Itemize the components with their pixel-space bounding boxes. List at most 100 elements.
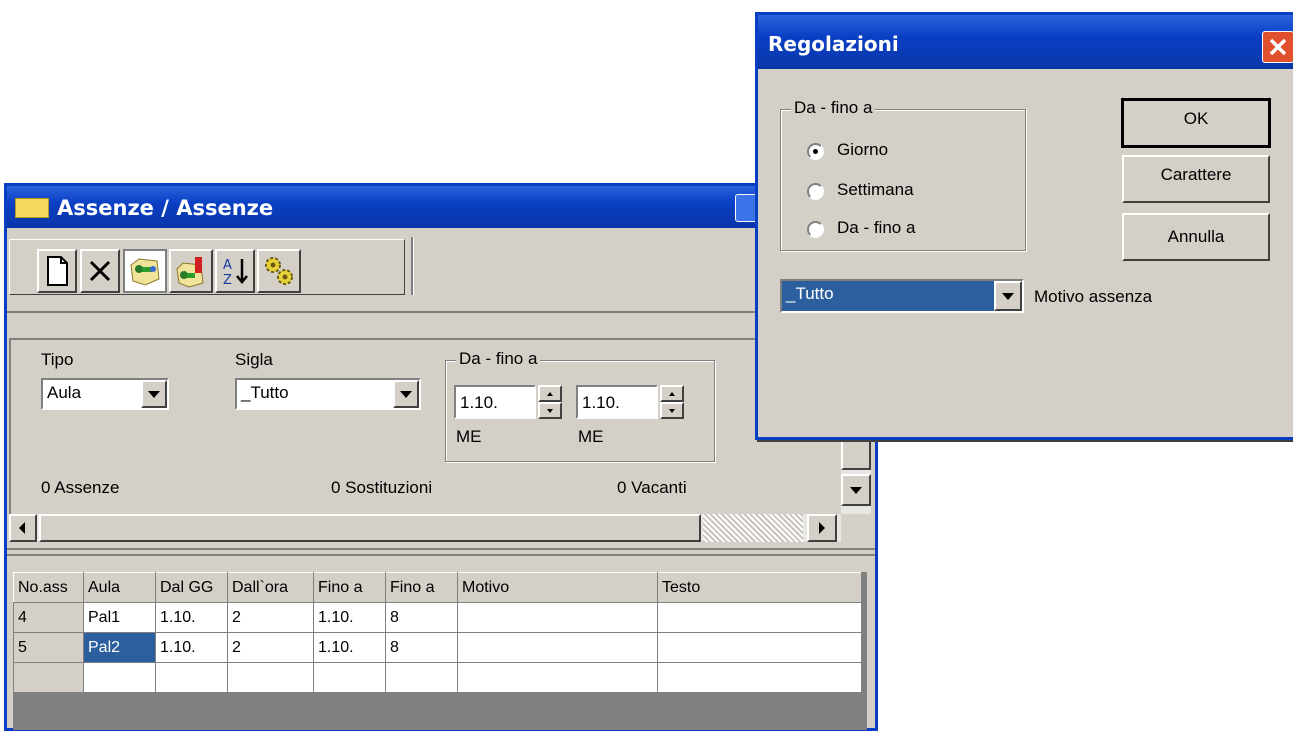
column-header[interactable]: Dal GG xyxy=(155,572,228,603)
scroll-thumb[interactable] xyxy=(841,438,871,470)
column-header[interactable]: No.ass xyxy=(13,572,84,603)
range-mode-group: Da - fino a Giorno Settimana Da - fino a xyxy=(780,98,1026,251)
main-title-bar[interactable]: Assenze / Assenze xyxy=(7,186,875,228)
reason-value: _Tutto xyxy=(786,284,834,303)
scroll-down-button[interactable] xyxy=(841,474,871,506)
table-cell[interactable] xyxy=(13,662,84,693)
from-date-value: 1.10. xyxy=(460,393,498,412)
column-header[interactable]: Motivo xyxy=(457,572,658,603)
chevron-down-icon xyxy=(850,487,862,494)
sort-button[interactable]: A Z xyxy=(215,249,255,293)
sigla-label: Sigla xyxy=(235,350,273,369)
table-cell[interactable]: 1.10. xyxy=(313,602,386,633)
chevron-down-icon xyxy=(148,391,160,398)
to-date-spin-up[interactable] xyxy=(660,385,684,402)
reason-dropdown-button[interactable] xyxy=(994,281,1022,311)
teacher-absence-button[interactable] xyxy=(123,249,167,293)
table-cell[interactable]: 8 xyxy=(385,602,458,633)
table-cell[interactable]: 8 xyxy=(385,632,458,663)
column-header[interactable]: Dall`ora xyxy=(227,572,314,603)
radio-settimana[interactable] xyxy=(807,183,824,200)
table-cell[interactable] xyxy=(657,662,862,693)
filter-panel: Tipo Aula Sigla _Tutto Da - fino a 1.10.… xyxy=(9,338,841,514)
table-cell[interactable]: 4 xyxy=(13,602,84,633)
sort-az-icon: A Z xyxy=(223,258,248,288)
toolbar: A Z xyxy=(7,231,877,313)
table-row-new[interactable] xyxy=(13,662,862,693)
absences-count: 0 Assenze xyxy=(41,478,120,497)
to-date-spin-down[interactable] xyxy=(660,402,684,419)
font-button[interactable]: Carattere xyxy=(1122,155,1270,203)
table-cell[interactable] xyxy=(227,662,314,693)
close-button[interactable] xyxy=(1262,31,1293,63)
table-cell[interactable] xyxy=(457,632,658,663)
table-cell[interactable] xyxy=(457,602,658,633)
column-header[interactable]: Fino a xyxy=(313,572,386,603)
room-absence-button[interactable] xyxy=(169,249,213,293)
horizontal-scrollbar[interactable] xyxy=(9,514,841,542)
delete-button[interactable] xyxy=(80,249,120,293)
tipo-dropdown-button[interactable] xyxy=(141,380,167,408)
from-day-label: ME xyxy=(456,427,482,446)
absences-table-area: No.ass Aula Dal GG Dall`ora Fino a Fino … xyxy=(13,572,867,730)
to-date-value: 1.10. xyxy=(582,393,620,412)
splitter[interactable] xyxy=(7,548,875,556)
cancel-button[interactable]: Annulla xyxy=(1122,213,1270,261)
table-cell[interactable] xyxy=(457,662,658,693)
font-button-label: Carattere xyxy=(1160,165,1232,184)
table-cell[interactable] xyxy=(657,632,862,663)
reason-label: Motivo assenza xyxy=(1034,287,1153,306)
from-date-spin-up[interactable] xyxy=(538,385,562,402)
column-header[interactable]: Fino a xyxy=(385,572,458,603)
tipo-combo[interactable]: Aula xyxy=(41,378,169,410)
table-cell-selected[interactable]: Pal2 xyxy=(83,632,156,663)
absences-table: No.ass Aula Dal GG Dall`ora Fino a Fino … xyxy=(13,572,862,693)
sigla-combo[interactable]: _Tutto xyxy=(235,378,421,410)
to-date-field[interactable]: 1.10. xyxy=(576,385,658,419)
table-cell[interactable] xyxy=(313,662,386,693)
tipo-value: Aula xyxy=(47,383,82,402)
radio-da-fino-a[interactable] xyxy=(807,221,824,238)
radio-da-fino-a-label[interactable]: Da - fino a xyxy=(837,218,915,238)
spin-up-icon xyxy=(547,392,553,396)
table-cell[interactable] xyxy=(657,602,862,633)
table-cell[interactable]: 1.10. xyxy=(155,632,228,663)
table-cell[interactable]: 1.10. xyxy=(155,602,228,633)
scroll-track xyxy=(703,514,803,542)
table-cell[interactable]: 1.10. xyxy=(313,632,386,663)
table-cell[interactable] xyxy=(83,662,156,693)
table-cell[interactable]: 5 xyxy=(13,632,84,663)
scroll-right-button[interactable] xyxy=(807,514,837,542)
table-cell[interactable]: 2 xyxy=(227,632,314,663)
absence-room-icon xyxy=(176,257,204,288)
horizontal-scroll-thumb[interactable] xyxy=(39,514,701,542)
table-cell[interactable] xyxy=(155,662,228,693)
table-cell[interactable]: Pal1 xyxy=(83,602,156,633)
from-date-field[interactable]: 1.10. xyxy=(454,385,536,419)
table-row[interactable]: 5 Pal2 1.10. 2 1.10. 8 xyxy=(13,632,862,663)
dialog-title: Regolazioni xyxy=(768,32,899,56)
ok-button[interactable]: OK xyxy=(1121,98,1271,148)
table-row[interactable]: 4 Pal1 1.10. 2 1.10. 8 xyxy=(13,602,862,633)
radio-settimana-label[interactable]: Settimana xyxy=(837,180,914,200)
table-cell[interactable] xyxy=(385,662,458,693)
from-date-spin-down[interactable] xyxy=(538,402,562,419)
chevron-right-icon xyxy=(819,522,825,534)
sigla-dropdown-button[interactable] xyxy=(393,380,419,408)
table-cell[interactable]: 2 xyxy=(227,602,314,633)
new-document-button[interactable] xyxy=(37,249,77,293)
chevron-down-icon xyxy=(1002,293,1014,300)
radio-giorno-label[interactable]: Giorno xyxy=(837,140,888,160)
reason-combo[interactable]: _Tutto xyxy=(780,279,1024,313)
column-header[interactable]: Testo xyxy=(657,572,862,603)
settings-button[interactable] xyxy=(257,249,301,293)
range-mode-label: Da - fino a xyxy=(791,98,876,118)
radio-giorno[interactable] xyxy=(807,143,824,160)
column-header[interactable]: Aula xyxy=(83,572,156,603)
scroll-left-button[interactable] xyxy=(9,514,37,542)
chevron-down-icon xyxy=(400,391,412,398)
settings-dialog: Regolazioni Da - fino a Giorno Settimana… xyxy=(755,12,1293,440)
window-app-icon xyxy=(15,198,49,218)
dialog-title-bar[interactable]: Regolazioni xyxy=(758,15,1293,69)
vacancies-count: 0 Vacanti xyxy=(617,478,687,497)
